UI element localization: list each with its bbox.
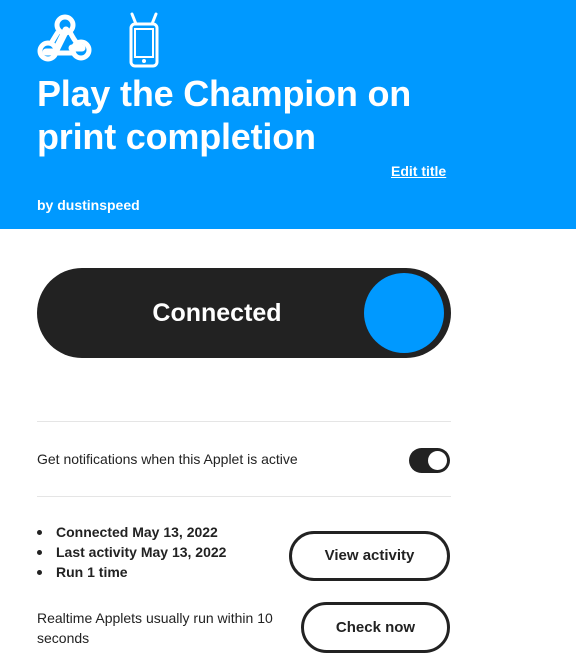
connection-toggle-knob [364,273,444,353]
connection-status-label: Connected [152,299,282,327]
notifications-switch-knob [428,451,447,470]
stat-last-activity: Last activity May 13, 2022 [37,542,226,562]
realtime-note: Realtime Applets usually run within 10 s… [37,610,273,646]
activity-stats-list: Connected May 13, 2022 Last activity May… [37,522,226,582]
notifications-label: Get notifications when this Applet is ac… [37,451,298,467]
webhooks-icon [37,14,92,62]
applet-author: by dustinspeed [37,197,140,213]
divider [37,496,451,497]
stat-run-count: Run 1 time [37,562,226,582]
check-now-button[interactable]: Check now [301,602,450,653]
stat-connected: Connected May 13, 2022 [37,522,226,542]
divider [37,421,451,422]
view-activity-button[interactable]: View activity [289,531,450,581]
applet-header: Play the Champion on print completion Ed… [0,0,576,229]
applet-title: Play the Champion on print completion [37,73,412,157]
edit-title-link[interactable]: Edit title [391,163,446,179]
connection-toggle[interactable]: Connected [37,268,451,358]
phone-icon [129,12,159,68]
notifications-switch[interactable] [409,448,450,473]
